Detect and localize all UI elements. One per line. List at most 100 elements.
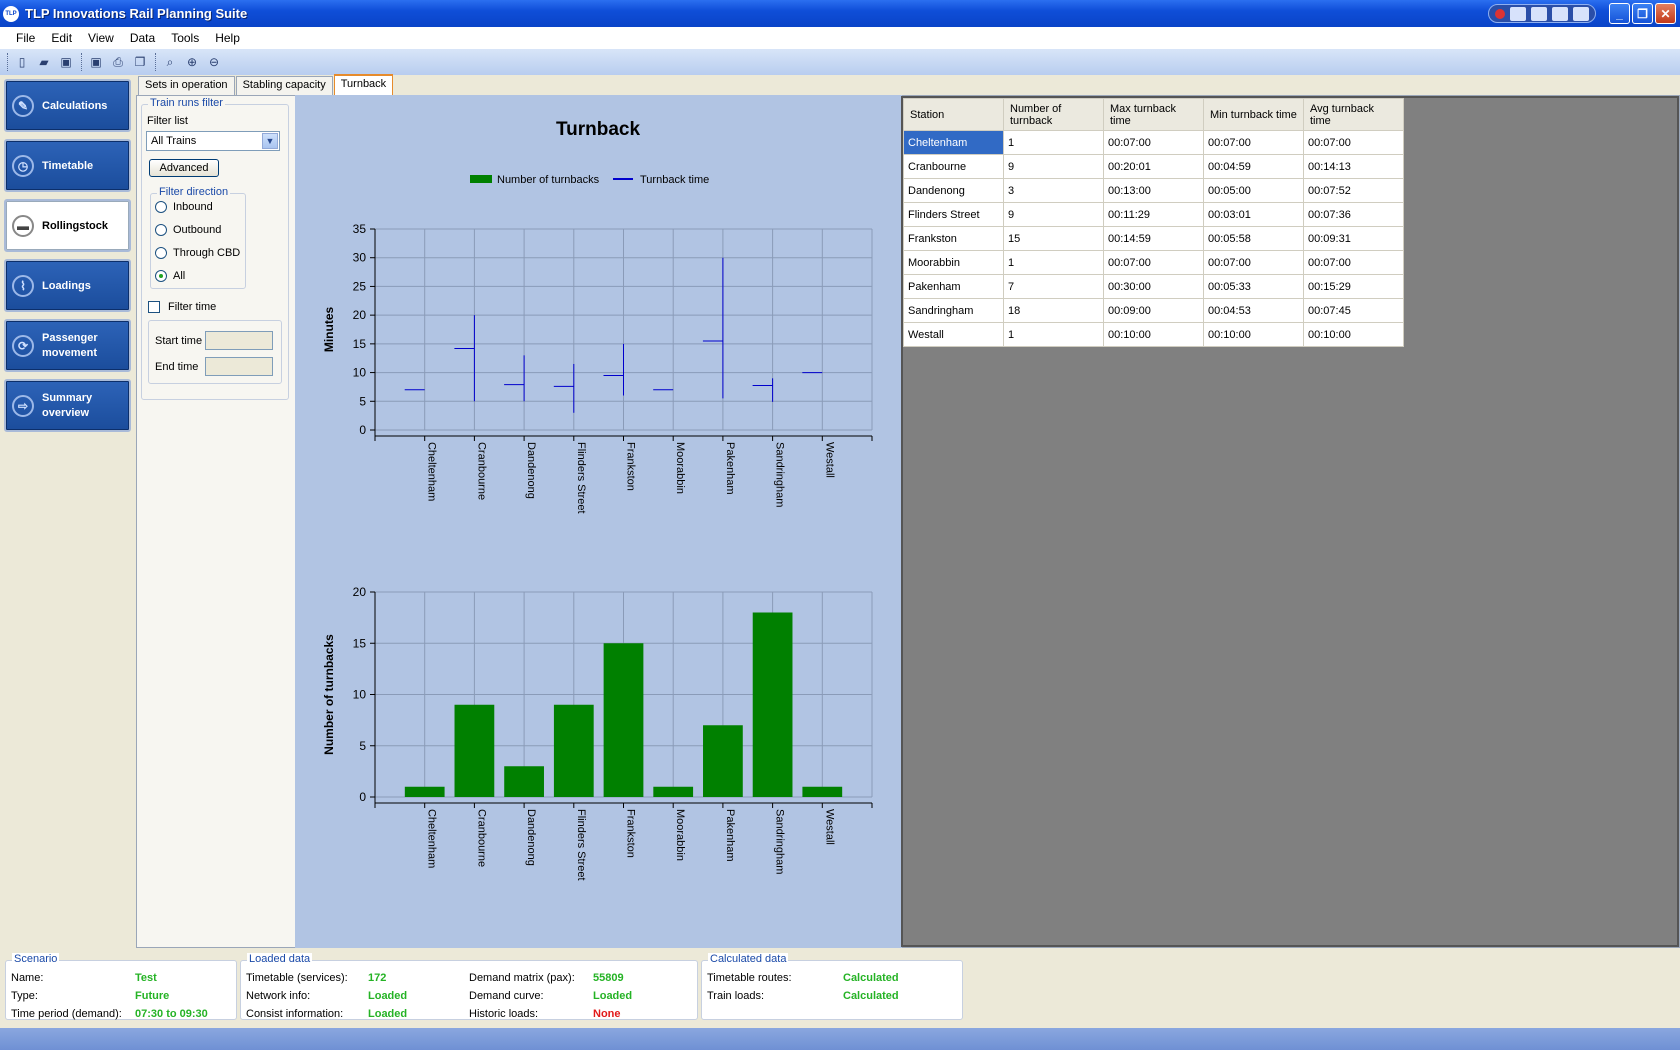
zoom-in-icon[interactable]: ⊕	[182, 52, 202, 72]
nav-passenger-movement[interactable]: ⟳ Passenger movement	[4, 319, 131, 372]
radio-inbound[interactable]: Inbound	[155, 201, 213, 213]
copy-icon[interactable]: ❐	[130, 52, 150, 72]
table-row[interactable]: Flinders Street 9 00:11:29 00:03:01 00:07:36	[903, 202, 1404, 227]
table-cell[interactable]: 00:07:00	[1303, 250, 1404, 275]
col-station[interactable]: Station	[903, 98, 1004, 131]
table-cell[interactable]: Flinders Street	[903, 202, 1004, 227]
table-row[interactable]: Dandenong 3 00:13:00 00:05:00 00:07:52	[903, 178, 1404, 203]
menu-edit[interactable]: Edit	[43, 31, 80, 45]
table-cell[interactable]: 1	[1003, 250, 1104, 275]
tab-stabling-capacity[interactable]: Stabling capacity	[235, 76, 333, 95]
table-cell[interactable]: 1	[1003, 322, 1104, 347]
end-time-input[interactable]	[205, 357, 273, 376]
filter-time-checkbox[interactable]: Filter time	[148, 301, 216, 313]
radio-all[interactable]: All	[155, 270, 185, 282]
menu-data[interactable]: Data	[122, 31, 163, 45]
tray-export-icon[interactable]	[1551, 6, 1568, 21]
table-cell[interactable]: Dandenong	[903, 178, 1004, 203]
table-cell[interactable]: 7	[1003, 274, 1104, 299]
table-row[interactable]: Frankston 15 00:14:59 00:05:58 00:09:31	[903, 226, 1404, 251]
table-cell[interactable]: 00:07:36	[1303, 202, 1404, 227]
tray-window-icon[interactable]	[1530, 6, 1547, 21]
start-time-input[interactable]	[205, 331, 273, 350]
save-all-icon[interactable]: ▣	[86, 52, 106, 72]
col-number[interactable]: Number of turnback	[1003, 98, 1104, 131]
tray-app-icon[interactable]	[1510, 6, 1527, 21]
table-cell[interactable]: Sandringham	[903, 298, 1004, 323]
menu-tools[interactable]: Tools	[163, 31, 207, 45]
table-cell[interactable]: 00:11:29	[1103, 202, 1204, 227]
table-cell[interactable]: 9	[1003, 202, 1104, 227]
filter-list-select[interactable]: All Trains ▼	[146, 131, 280, 151]
table-cell[interactable]: 00:30:00	[1103, 274, 1204, 299]
search-icon[interactable]: ⌕	[160, 52, 180, 72]
checkbox-box[interactable]	[148, 301, 160, 313]
nav-calculations[interactable]: ✎ Calculations	[4, 79, 131, 132]
table-cell[interactable]: Cheltenham	[903, 130, 1004, 155]
radio-circle[interactable]	[155, 201, 167, 213]
table-cell[interactable]: 1	[1003, 130, 1104, 155]
advanced-button[interactable]: Advanced	[149, 159, 219, 177]
print-icon[interactable]: ⎙	[108, 52, 128, 72]
table-row[interactable]: Sandringham 18 00:09:00 00:04:53 00:07:45	[903, 298, 1404, 323]
table-cell[interactable]: Frankston	[903, 226, 1004, 251]
table-cell[interactable]: 00:04:59	[1203, 154, 1304, 179]
table-cell[interactable]: Cranbourne	[903, 154, 1004, 179]
table-cell[interactable]: 00:13:00	[1103, 178, 1204, 203]
radio-circle[interactable]	[155, 224, 167, 236]
radio-through-cbd[interactable]: Through CBD	[155, 247, 240, 259]
nav-summary-overview[interactable]: ⇨ Summary overview	[4, 379, 131, 432]
zoom-out-icon[interactable]: ⊖	[204, 52, 224, 72]
table-cell[interactable]: 00:09:00	[1103, 298, 1204, 323]
radio-outbound[interactable]: Outbound	[155, 224, 221, 236]
nav-timetable[interactable]: ◷ Timetable	[4, 139, 131, 192]
table-cell[interactable]: Moorabbin	[903, 250, 1004, 275]
menu-file[interactable]: File	[8, 31, 43, 45]
table-row[interactable]: Westall 1 00:10:00 00:10:00 00:10:00	[903, 322, 1404, 347]
table-cell[interactable]: 00:03:01	[1203, 202, 1304, 227]
table-cell[interactable]: 00:04:53	[1203, 298, 1304, 323]
radio-circle[interactable]	[155, 247, 167, 259]
maximize-button[interactable]: ❐	[1632, 3, 1653, 24]
table-cell[interactable]: 00:07:00	[1103, 130, 1204, 155]
open-icon[interactable]: ▰	[34, 52, 54, 72]
nav-loadings[interactable]: ⌇ Loadings	[4, 259, 131, 312]
table-cell[interactable]: 18	[1003, 298, 1104, 323]
table-cell[interactable]: 00:05:33	[1203, 274, 1304, 299]
table-cell[interactable]: 3	[1003, 178, 1104, 203]
table-cell[interactable]: 00:10:00	[1203, 322, 1304, 347]
tray-restore-icon[interactable]	[1572, 6, 1589, 21]
menu-view[interactable]: View	[80, 31, 122, 45]
table-cell[interactable]: 00:07:00	[1103, 250, 1204, 275]
col-avg[interactable]: Avg turnback time	[1303, 98, 1404, 131]
table-cell[interactable]: 00:14:59	[1103, 226, 1204, 251]
table-cell[interactable]: 15	[1003, 226, 1104, 251]
menu-help[interactable]: Help	[207, 31, 248, 45]
tab-sets-in-operation[interactable]: Sets in operation	[138, 76, 235, 95]
close-button[interactable]: ✕	[1655, 3, 1676, 24]
table-cell[interactable]: 00:05:00	[1203, 178, 1304, 203]
record-icon[interactable]	[1495, 8, 1506, 19]
table-row[interactable]: Cheltenham 1 00:07:00 00:07:00 00:07:00	[903, 130, 1404, 155]
table-cell[interactable]: 00:07:00	[1303, 130, 1404, 155]
table-cell[interactable]: 00:07:00	[1203, 130, 1304, 155]
table-cell[interactable]: 00:07:52	[1303, 178, 1404, 203]
table-cell[interactable]: 00:07:45	[1303, 298, 1404, 323]
col-max[interactable]: Max turnback time	[1103, 98, 1204, 131]
table-cell[interactable]: 00:10:00	[1103, 322, 1204, 347]
table-cell[interactable]: 00:14:13	[1303, 154, 1404, 179]
table-cell[interactable]: 00:20:01	[1103, 154, 1204, 179]
minimize-button[interactable]: _	[1609, 3, 1630, 24]
table-cell[interactable]: 00:07:00	[1203, 250, 1304, 275]
table-cell[interactable]: 00:09:31	[1303, 226, 1404, 251]
table-cell[interactable]: Westall	[903, 322, 1004, 347]
table-cell[interactable]: 9	[1003, 154, 1104, 179]
col-min[interactable]: Min turnback time	[1203, 98, 1304, 131]
toolbar-grip[interactable]	[7, 53, 9, 71]
table-row[interactable]: Cranbourne 9 00:20:01 00:04:59 00:14:13	[903, 154, 1404, 179]
table-cell[interactable]: 00:10:00	[1303, 322, 1404, 347]
table-cell[interactable]: Pakenham	[903, 274, 1004, 299]
table-cell[interactable]: 00:15:29	[1303, 274, 1404, 299]
table-cell[interactable]: 00:05:58	[1203, 226, 1304, 251]
table-row[interactable]: Pakenham 7 00:30:00 00:05:33 00:15:29	[903, 274, 1404, 299]
